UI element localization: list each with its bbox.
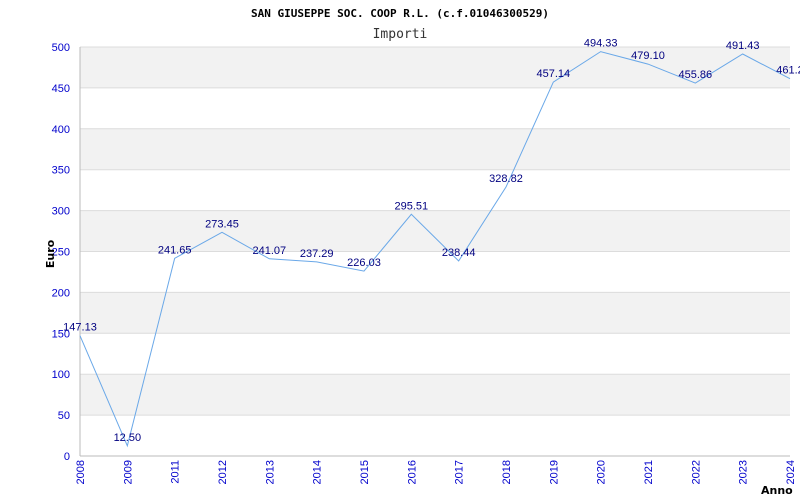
data-label: 457.14 [537, 68, 571, 80]
plot-band [80, 415, 790, 456]
x-tick-label: 2020 [596, 460, 608, 484]
chart-title: SAN GIUSEPPE SOC. COOP R.L. (c.f.0104630… [251, 7, 549, 20]
data-label: 147.13 [63, 322, 97, 334]
y-tick-label: 100 [52, 369, 70, 381]
data-label: 479.10 [631, 50, 665, 62]
plot-band [80, 128, 790, 170]
plot-band [80, 47, 790, 88]
plot-band [80, 251, 790, 293]
x-tick-label: 2017 [454, 460, 466, 484]
data-label: 494.33 [584, 38, 618, 50]
data-label: 461.2 [776, 65, 800, 77]
y-tick-label: 0 [64, 451, 70, 463]
y-tick-label: 200 [52, 287, 70, 299]
x-tick-label: 2019 [548, 460, 560, 484]
y-tick-label: 450 [52, 83, 70, 95]
plot-band [80, 374, 790, 416]
x-tick-label: 2021 [643, 460, 655, 484]
x-tick-label: 2022 [690, 460, 702, 484]
x-tick-label: 2015 [359, 460, 371, 484]
plot-band [80, 87, 790, 129]
data-label: 455.86 [679, 69, 713, 81]
data-label: 491.43 [726, 40, 760, 52]
plot-band [80, 333, 790, 375]
y-tick-label: 50 [58, 410, 70, 422]
y-tick-label: 300 [52, 206, 70, 218]
data-label: 241.65 [158, 244, 192, 256]
x-tick-label: 2012 [217, 460, 229, 484]
x-tick-label: 2024 [785, 460, 797, 484]
y-axis-label: Euro [44, 239, 57, 268]
data-label: 273.45 [205, 218, 239, 230]
plot-band [80, 292, 790, 334]
data-label: 12.50 [114, 432, 142, 444]
y-tick-label: 500 [52, 42, 70, 54]
x-tick-label: 2013 [264, 460, 276, 484]
x-tick-label: 2011 [170, 460, 182, 484]
data-label: 237.29 [300, 248, 334, 260]
x-tick-label: 2009 [122, 460, 134, 484]
chart-subtitle: Importi [373, 27, 428, 42]
x-tick-labels: 2008 2009 2011 2012 2013 2014 2015 2016 2017 2018… [75, 460, 797, 484]
y-tick-label: 350 [52, 165, 70, 177]
data-label: 328.82 [489, 173, 523, 185]
data-label: 226.03 [347, 257, 381, 269]
x-tick-label: 2016 [406, 460, 418, 484]
plot-band [80, 169, 790, 211]
x-tick-label: 2023 [738, 460, 750, 484]
x-tick-label: 2014 [312, 460, 324, 484]
x-tick-label: 2008 [75, 460, 87, 484]
data-label: 241.07 [253, 245, 287, 257]
data-label: 295.51 [395, 200, 429, 212]
data-label: 238.44 [442, 247, 476, 259]
y-tick-label: 400 [52, 124, 70, 136]
x-tick-label: 2018 [501, 460, 513, 484]
x-axis-label: Anno [761, 484, 793, 497]
line-chart: 050100150200250300350400450500 2008 2009 2… [44, 7, 800, 497]
